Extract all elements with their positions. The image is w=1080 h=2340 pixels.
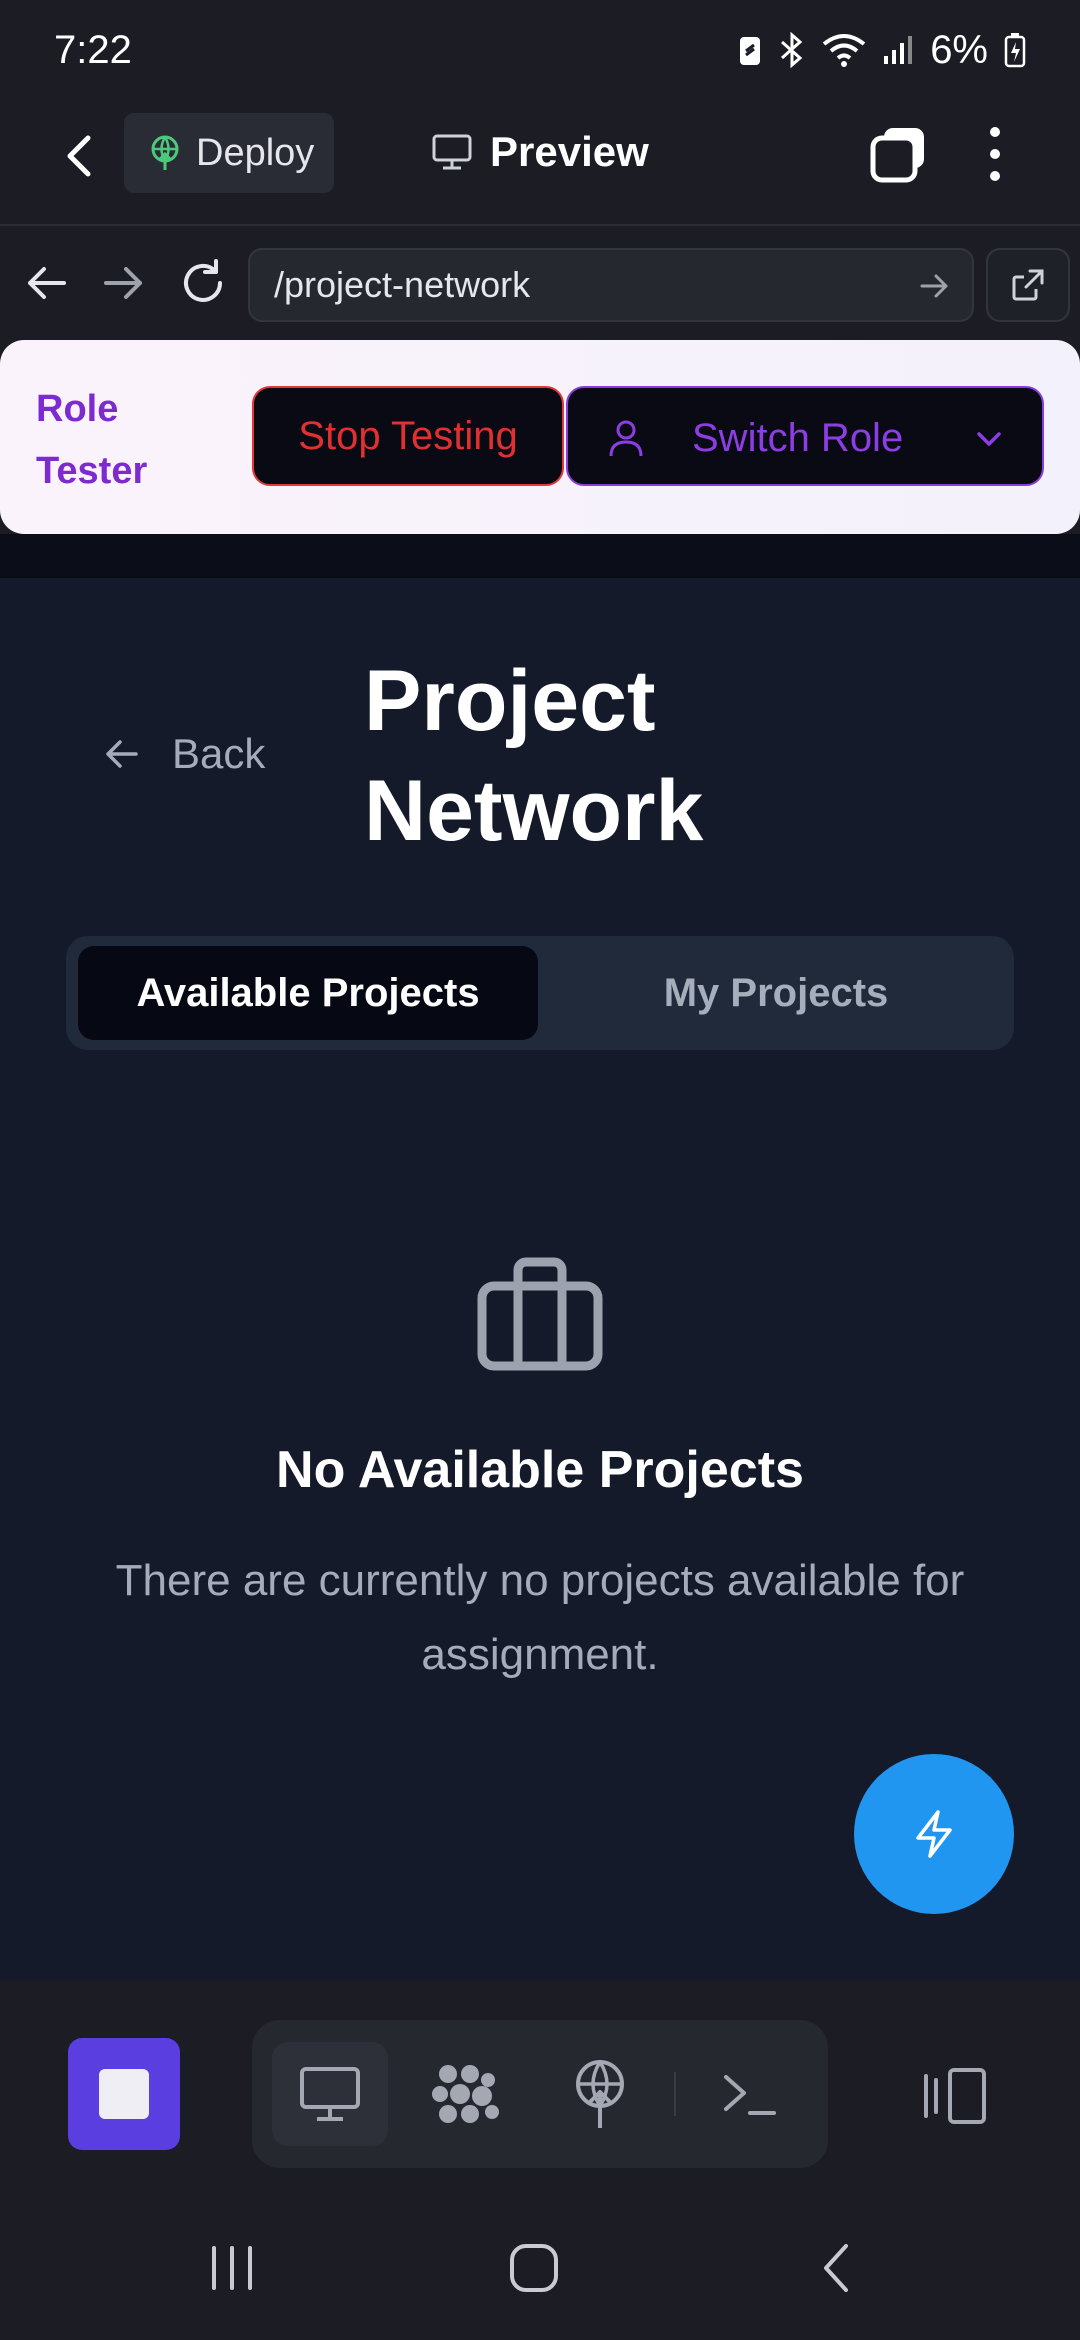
recent-apps-icon[interactable] (202, 2240, 262, 2296)
stop-testing-label: Stop Testing (298, 413, 518, 458)
empty-state-title: No Available Projects (276, 1441, 804, 1499)
status-icons: 6% (738, 28, 1026, 73)
deploy-button[interactable]: Deploy (124, 113, 334, 193)
page-title: Project Network (364, 653, 704, 859)
bluetooth-icon (781, 32, 803, 68)
home-icon[interactable] (504, 2240, 564, 2296)
back-label: Back (172, 730, 266, 777)
open-external-button[interactable] (986, 248, 1070, 322)
battery-percent: 6% (930, 27, 988, 72)
tab-available-projects[interactable]: Available Projects (78, 946, 538, 1040)
tool-workspace-button[interactable] (408, 2042, 524, 2146)
role-tester-title: Role Tester (36, 388, 148, 492)
empty-state-description: There are currently no projects availabl… (115, 1556, 965, 1679)
switch-role-label: Switch Role (692, 416, 904, 460)
layout-toggle-icon[interactable] (920, 2066, 990, 2126)
role-tester-bar: Role Tester Stop Testing Switch Role (0, 340, 1080, 534)
url-row: /project-network (0, 224, 1080, 340)
battery-charging-icon (1004, 33, 1026, 68)
url-text: /project-network (274, 264, 531, 305)
quick-action-button[interactable] (854, 1754, 1014, 1914)
arrow-forward-icon[interactable] (96, 256, 150, 310)
user-icon (609, 420, 643, 457)
main-content: Back Project Network Available Projects … (0, 534, 1080, 1980)
wifi-icon (822, 34, 866, 67)
status-bar: 7:22 6% (0, 0, 1080, 100)
tool-deploy-button[interactable] (542, 2042, 658, 2146)
stop-testing-button[interactable]: Stop Testing (252, 386, 564, 486)
project-tabs: Available Projects My Projects (66, 936, 1014, 1050)
app-bar: Deploy Preview (0, 100, 1080, 224)
deploy-icon (151, 135, 179, 170)
battery-saver-icon (740, 37, 761, 65)
terminal-icon (724, 2075, 776, 2115)
tab-my-projects[interactable]: My Projects (548, 946, 1004, 1040)
tool-terminal-button[interactable] (692, 2042, 808, 2146)
tool-divider (674, 2072, 676, 2116)
more-vertical-icon[interactable] (980, 122, 1010, 186)
external-link-icon (1012, 269, 1044, 301)
arrow-left-icon (106, 740, 138, 768)
url-input[interactable]: /project-network (248, 248, 974, 322)
chevron-down-icon (977, 432, 1001, 446)
system-navigation-bar (0, 2190, 1080, 2340)
stop-button[interactable] (68, 2038, 180, 2150)
go-arrow-icon[interactable] (916, 268, 952, 304)
back-link[interactable]: Back (102, 730, 265, 778)
preview-tab[interactable]: Preview (432, 122, 649, 182)
stop-icon (99, 2069, 149, 2119)
chevron-left-icon[interactable] (56, 128, 104, 184)
preview-monitor-icon (300, 2067, 360, 2121)
status-time: 7:22 (54, 27, 132, 72)
signal-icon (884, 36, 913, 64)
arrow-back-icon[interactable] (20, 256, 74, 310)
preview-label: Preview (490, 128, 649, 175)
briefcase-icon (477, 1257, 603, 1371)
header-strip (0, 534, 1080, 578)
switch-role-button[interactable]: Switch Role (566, 386, 1044, 486)
bottom-toolbar (0, 1980, 1080, 2196)
deploy-label: Deploy (196, 131, 315, 174)
tool-preview-button[interactable] (272, 2042, 388, 2146)
lightning-icon (916, 1810, 952, 1858)
system-back-icon[interactable] (808, 2240, 868, 2296)
tabs-icon[interactable] (868, 124, 928, 184)
workspace-grid-icon (432, 2065, 499, 2123)
monitor-icon (432, 134, 472, 170)
deploy-icon (576, 2060, 624, 2128)
tool-group (252, 2020, 828, 2168)
reload-icon[interactable] (176, 256, 230, 310)
